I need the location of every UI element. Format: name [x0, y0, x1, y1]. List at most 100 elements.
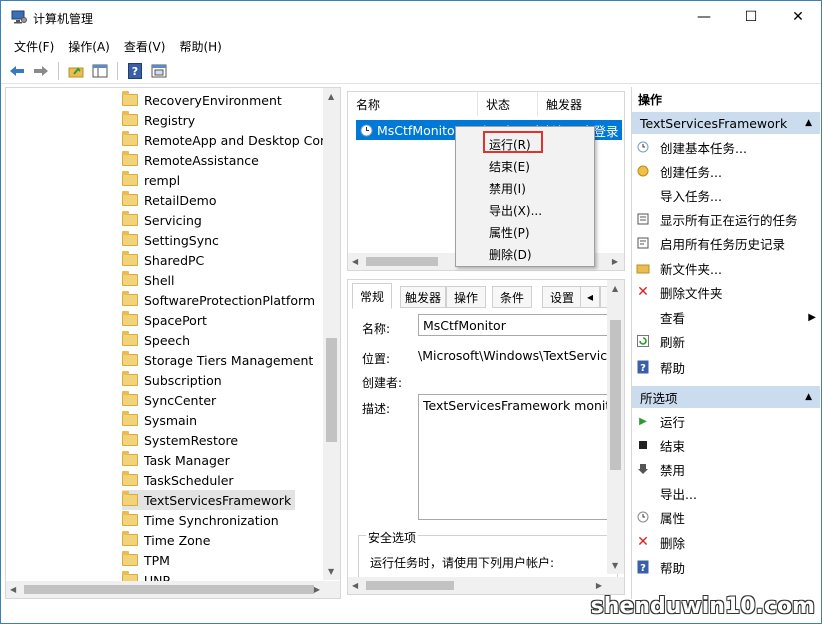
column-triggers[interactable]: 触发器: [538, 92, 624, 116]
details-vertical-scrollbar[interactable]: ▲ ▼: [607, 280, 624, 574]
action-end[interactable]: 结束: [636, 433, 685, 457]
clock-icon: [360, 124, 373, 136]
tree-item[interactable]: RemoteApp and Desktop Conn: [122, 130, 340, 150]
tree-item[interactable]: Task Manager: [122, 450, 234, 470]
action-delete[interactable]: ✕ 删除: [636, 530, 685, 554]
action-create-task[interactable]: 创建任务...: [636, 159, 722, 183]
folder-tree-pane[interactable]: RecoveryEnvironment Registry RemoteApp and…: [5, 87, 341, 599]
tree-item[interactable]: SystemRestore: [122, 430, 242, 450]
tree-horizontal-scrollbar[interactable]: ◀ ▶: [6, 581, 340, 598]
up-folder-icon[interactable]: [66, 61, 86, 81]
help-icon[interactable]: ?: [125, 61, 145, 81]
scroll-right-icon[interactable]: ▶: [612, 257, 618, 266]
tree-hscroll-thumb[interactable]: [24, 585, 314, 594]
tree-item[interactable]: rempl: [122, 170, 184, 190]
tree-item[interactable]: Speech: [122, 330, 194, 350]
action-export[interactable]: 导出...: [636, 481, 697, 505]
action-enable-history[interactable]: 启用所有任务历史记录: [636, 231, 785, 255]
tree-item[interactable]: SharedPC: [122, 250, 208, 270]
details-horizontal-scrollbar[interactable]: ◀ ▶: [348, 577, 624, 594]
scroll-down-icon[interactable]: ▼: [612, 561, 618, 570]
menu-end[interactable]: 结束(E): [489, 155, 530, 177]
tree-item[interactable]: Shell: [122, 270, 179, 290]
forward-arrow-icon[interactable]: [31, 61, 51, 81]
menu-file[interactable]: 文件(F): [7, 35, 61, 57]
name-field[interactable]: MsCtfMonitor: [418, 314, 608, 336]
section-selected-item[interactable]: 所选项 ▲: [632, 386, 820, 408]
action-disable[interactable]: 禁用: [636, 457, 685, 481]
action-display-running[interactable]: 显示所有正在运行的任务: [636, 207, 798, 231]
tab-triggers[interactable]: 触发器: [400, 286, 446, 308]
scroll-left-icon[interactable]: ◀: [10, 585, 16, 594]
scroll-left-icon[interactable]: ◀: [352, 581, 358, 590]
scroll-right-icon[interactable]: ▶: [314, 585, 320, 594]
tree-item[interactable]: Storage Tiers Management: [122, 350, 317, 370]
tree-item[interactable]: RetailDemo: [122, 190, 220, 210]
menu-view[interactable]: 查看(V): [117, 35, 173, 57]
action-help-selected[interactable]: ? 帮助: [636, 555, 685, 579]
minimize-button[interactable]: —: [681, 1, 727, 33]
action-delete-folder[interactable]: ✕ 删除文件夹: [636, 280, 722, 304]
scroll-down-icon[interactable]: ▼: [328, 567, 334, 576]
back-arrow-icon[interactable]: [7, 61, 27, 81]
tab-conditions[interactable]: 条件: [492, 286, 532, 308]
action-refresh[interactable]: 刷新: [636, 329, 685, 353]
action-properties[interactable]: 属性: [636, 505, 685, 529]
close-button[interactable]: ✕: [775, 1, 821, 33]
tree-item[interactable]: Registry: [122, 110, 199, 130]
details-hscroll-thumb[interactable]: [366, 581, 454, 590]
column-name[interactable]: 名称: [348, 92, 478, 116]
show-hide-tree-icon[interactable]: [90, 61, 110, 81]
tree-item-label: SyncCenter: [144, 392, 217, 408]
scroll-up-icon[interactable]: ▲: [328, 92, 334, 101]
tree-item[interactable]: Time Synchronization: [122, 510, 283, 530]
collapse-icon[interactable]: ▲: [805, 118, 812, 128]
collapse-icon[interactable]: ▲: [805, 392, 812, 402]
tree-scroll-thumb[interactable]: [326, 338, 337, 442]
action-import-task[interactable]: 导入任务...: [636, 183, 722, 207]
tree-item[interactable]: SpacePort: [122, 310, 211, 330]
tree-item[interactable]: Subscription: [122, 370, 226, 390]
tree-item[interactable]: SoftwareProtectionPlatform: [122, 290, 319, 310]
tree-item[interactable]: RecoveryEnvironment: [122, 90, 286, 110]
toolbar-separator: [117, 61, 118, 80]
tree-item[interactable]: SettingSync: [122, 230, 223, 250]
menu-run[interactable]: 运行(R): [489, 133, 531, 155]
tab-scroll-left-icon[interactable]: ◂: [580, 286, 600, 308]
tree-item[interactable]: Time Zone: [122, 530, 214, 550]
tree-item[interactable]: RemoteAssistance: [122, 150, 263, 170]
menu-help[interactable]: 帮助(H): [172, 35, 228, 57]
action-view[interactable]: 查看 ▶: [636, 305, 816, 329]
tree-item[interactable]: Sysmain: [122, 410, 201, 430]
folder-icon: [122, 511, 138, 526]
tree-item[interactable]: Servicing: [122, 210, 206, 230]
action-create-basic-task[interactable]: 创建基本任务...: [636, 135, 747, 159]
scroll-up-icon[interactable]: ▲: [612, 284, 618, 293]
tab-general[interactable]: 常规: [352, 283, 392, 309]
tree-vertical-scrollbar[interactable]: ▲ ▼: [323, 88, 340, 580]
tab-actions[interactable]: 操作: [446, 286, 486, 308]
menu-properties[interactable]: 属性(P): [489, 221, 530, 243]
menu-delete[interactable]: 删除(D): [489, 243, 532, 265]
section-textservicesframework[interactable]: TextServicesFramework ▲: [632, 112, 820, 134]
maximize-button[interactable]: ☐: [728, 1, 774, 33]
menu-export[interactable]: 导出(X)...: [489, 199, 542, 221]
tasklist-hscroll-thumb[interactable]: [366, 257, 438, 266]
action-help[interactable]: ? 帮助: [636, 355, 685, 379]
tree-item[interactable]: TPM: [122, 550, 174, 570]
tab-settings[interactable]: 设置: [542, 286, 582, 308]
tree-item[interactable]: SyncCenter: [122, 390, 220, 410]
tree-item[interactable]: TextServicesFramework: [122, 490, 296, 510]
scroll-left-icon[interactable]: ◀: [352, 257, 358, 266]
action-run[interactable]: ▶ 运行: [636, 409, 685, 433]
details-scroll-thumb[interactable]: [610, 320, 621, 470]
description-field[interactable]: TextServicesFramework monito: [418, 394, 608, 520]
properties-pane-icon[interactable]: [149, 61, 169, 81]
action-new-folder[interactable]: 新文件夹...: [636, 256, 722, 280]
menu-disable[interactable]: 禁用(I): [489, 177, 526, 199]
location-value: \Microsoft\Windows\TextServic: [418, 348, 608, 363]
tree-item[interactable]: TaskScheduler: [122, 470, 238, 490]
menu-action[interactable]: 操作(A): [61, 35, 117, 57]
column-status[interactable]: 状态: [478, 92, 538, 116]
scroll-right-icon[interactable]: ▶: [596, 581, 602, 590]
